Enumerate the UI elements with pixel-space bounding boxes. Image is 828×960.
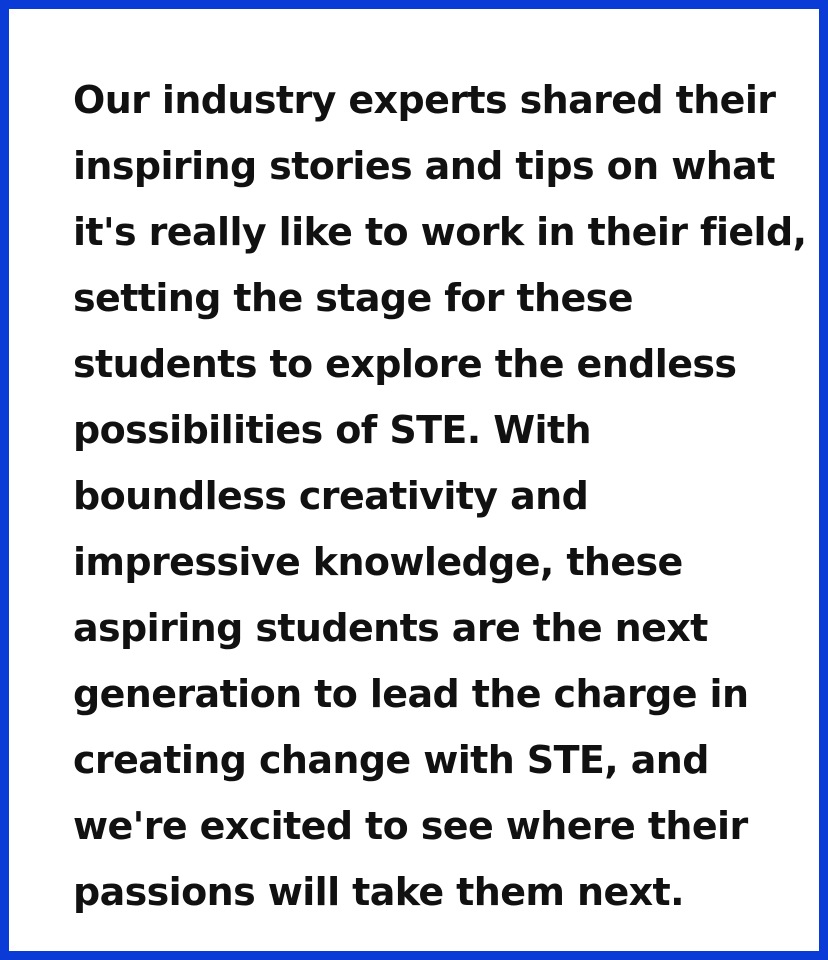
paragraph-line: we're excited to see where their bbox=[73, 804, 748, 848]
paragraph-line: it's really like to work in their field, bbox=[73, 210, 807, 254]
paragraph-line: setting the stage for these bbox=[73, 276, 633, 320]
paragraph-line: passions will take them next. bbox=[73, 870, 685, 914]
paragraph-line: aspiring students are the next bbox=[73, 606, 708, 650]
paragraph-line: generation to lead the charge in bbox=[73, 672, 749, 716]
paragraph-line: Our industry experts shared their bbox=[73, 78, 776, 122]
paragraph-line: impressive knowledge, these bbox=[73, 540, 683, 584]
paragraph-line: students to explore the endless bbox=[73, 342, 737, 386]
paragraph-line: creating change with STE, and bbox=[73, 738, 709, 782]
paragraph-line: boundless creativity and bbox=[73, 474, 589, 518]
paragraph-line: possibilities of STE. With bbox=[73, 408, 592, 452]
paragraph-line: inspiring stories and tips on what bbox=[73, 144, 775, 188]
body-paragraph: Our industry experts shared their inspir… bbox=[73, 67, 807, 925]
bordered-frame: Our industry experts shared their inspir… bbox=[0, 0, 828, 960]
